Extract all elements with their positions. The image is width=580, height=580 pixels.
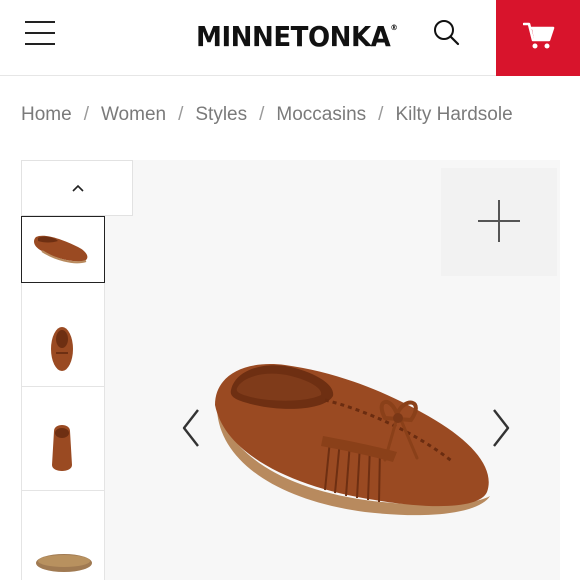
moccasin-back-thumbnail (52, 425, 72, 471)
chevron-right-icon (493, 409, 510, 447)
site-header: MINNETONKA® (0, 0, 580, 76)
breadcrumb-separator: / (378, 104, 384, 125)
moccasin-top-thumbnail (51, 327, 73, 371)
plus-icon (478, 200, 520, 242)
thumbnail-list (21, 216, 105, 580)
breadcrumb-styles[interactable]: Styles (195, 104, 247, 125)
logo-text: MINNETONKA (196, 20, 391, 53)
cart-icon (523, 22, 555, 49)
breadcrumb-home[interactable]: Home (21, 104, 72, 125)
main-product-image[interactable] (105, 160, 560, 580)
search-icon[interactable] (432, 18, 464, 50)
thumbnail-top-view[interactable] (21, 283, 105, 387)
thumbnails-scroll-up-button[interactable] (21, 160, 133, 216)
moccasin-side-thumbnail (34, 235, 88, 264)
hamburger-menu-icon[interactable] (25, 20, 57, 48)
breadcrumb-separator: / (83, 104, 89, 125)
next-image-button[interactable] (490, 408, 512, 453)
brand-logo[interactable]: MINNETONKA® (196, 20, 398, 53)
breadcrumb-women[interactable]: Women (101, 104, 166, 125)
breadcrumb: Home / Women / Styles / Moccasins / Kilty Hardso… (21, 104, 513, 126)
thumbnail-back-view[interactable] (21, 387, 105, 491)
zoom-button[interactable] (441, 168, 557, 276)
thumbnail-sole-view[interactable] (21, 491, 105, 580)
breadcrumb-separator: / (178, 104, 184, 125)
chevron-up-icon (72, 184, 84, 192)
breadcrumb-current: Kilty Hardsole (395, 104, 513, 125)
product-gallery (0, 160, 580, 580)
moccasin-sole-thumbnail (36, 554, 92, 572)
registered-mark: ® (390, 23, 398, 32)
thumbnail-side-view[interactable] (21, 216, 105, 283)
breadcrumb-moccasins[interactable]: Moccasins (276, 104, 366, 125)
previous-image-button[interactable] (180, 408, 202, 453)
chevron-left-icon (182, 409, 199, 447)
cart-button[interactable] (496, 0, 580, 76)
breadcrumb-separator: / (259, 104, 265, 125)
